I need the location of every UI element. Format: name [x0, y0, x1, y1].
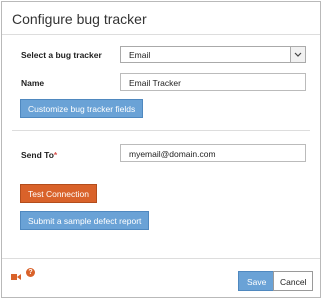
required-marker: * [53, 150, 58, 160]
send-to-input[interactable]: myemail@domain.com [120, 144, 306, 162]
section-divider [12, 130, 310, 131]
bug-tracker-select-value: Email [129, 50, 151, 60]
help-icon[interactable]: ? [26, 268, 35, 277]
save-button[interactable]: Save [238, 271, 276, 291]
send-to-label-text: Send To [21, 150, 54, 160]
footer-divider [2, 258, 320, 259]
title-divider [2, 34, 320, 35]
name-input[interactable]: Email Tracker [120, 73, 306, 91]
configure-bug-tracker-dialog: Configure bug tracker Select a bug track… [1, 1, 321, 298]
customize-fields-button[interactable]: Customize bug tracker fields [20, 99, 144, 118]
bug-tracker-select[interactable]: Email [120, 46, 306, 63]
dialog-title: Configure bug tracker [12, 11, 147, 27]
cancel-button[interactable]: Cancel [273, 271, 314, 291]
test-connection-button[interactable]: Test Connection [20, 184, 97, 203]
video-camera-icon[interactable] [11, 268, 21, 286]
name-input-value: Email Tracker [129, 78, 181, 88]
send-to-input-value: myemail@domain.com [129, 149, 216, 159]
chevron-down-icon[interactable] [290, 47, 305, 62]
name-label: Name [21, 78, 45, 88]
tracker-label: Select a bug tracker [21, 50, 102, 60]
submit-sample-report-button[interactable]: Submit a sample defect report [20, 211, 150, 230]
send-to-label: Send To* [21, 150, 57, 160]
